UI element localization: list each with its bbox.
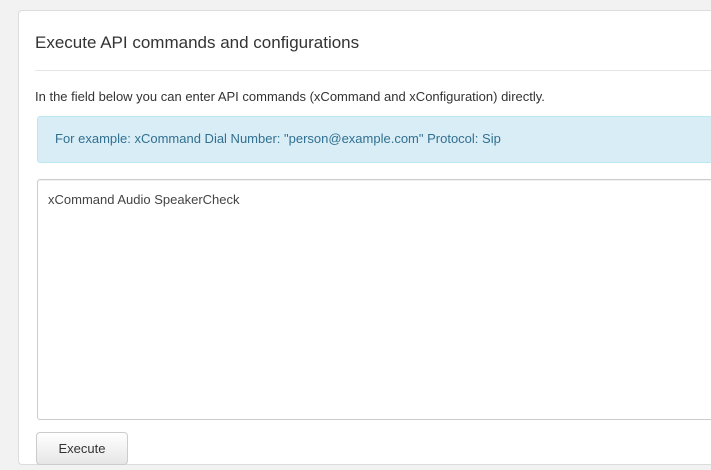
command-text-value: xCommand Audio SpeakerCheck [48, 192, 240, 207]
api-command-panel: Execute API commands and configurations … [18, 10, 711, 465]
panel-title: Execute API commands and configurations [35, 33, 360, 52]
title-divider [35, 70, 711, 71]
description-text: In the field below you can enter API com… [35, 89, 545, 104]
example-text: For example: xCommand Dial Number: "pers… [55, 131, 501, 146]
example-alert: For example: xCommand Dial Number: "pers… [37, 116, 711, 163]
command-textarea[interactable]: xCommand Audio SpeakerCheck [37, 179, 711, 420]
execute-button[interactable]: Execute [36, 432, 128, 465]
